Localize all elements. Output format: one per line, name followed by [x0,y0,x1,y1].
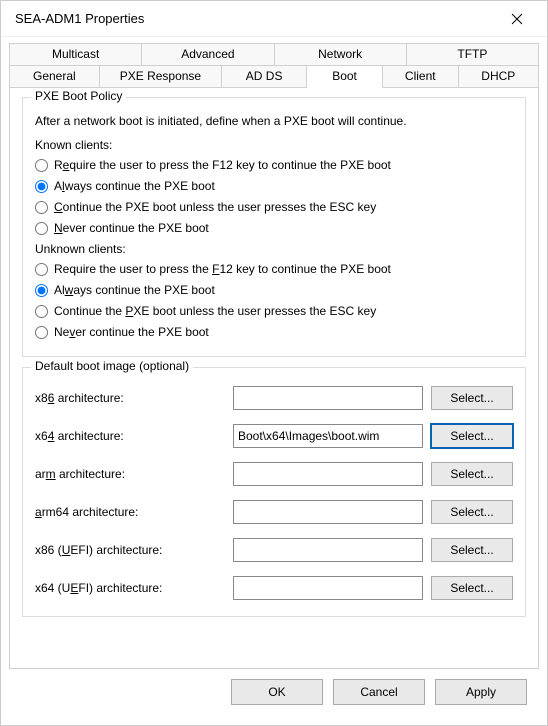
unknown-require-row[interactable]: Require the user to press the F12 key to… [35,262,513,276]
pxe-boot-policy-description: After a network boot is initiated, defin… [35,114,513,128]
unknown-never-label: Never continue the PXE boot [54,325,209,339]
pxe-boot-policy-group: PXE Boot Policy After a network boot is … [22,97,526,357]
close-button[interactable] [499,5,535,33]
known-never-radio[interactable] [35,222,48,235]
apply-button[interactable]: Apply [435,679,527,705]
tab-dhcp[interactable]: DHCP [459,65,539,88]
default-boot-image-group: Default boot image (optional) x86 archit… [22,367,526,617]
ok-button[interactable]: OK [231,679,323,705]
boot-arch-input-2[interactable] [233,462,423,486]
known-unless-row[interactable]: Continue the PXE boot unless the user pr… [35,200,513,214]
unknown-require-radio[interactable] [35,263,48,276]
boot-arch-label-3: arm64 architecture: [35,505,225,519]
tab-pxe-response[interactable]: PXE Response [100,65,222,88]
tab-tftp[interactable]: TFTP [407,43,539,65]
boot-arch-label-5: x64 (UEFI) architecture: [35,581,225,595]
boot-arch-select-button-2[interactable]: Select... [431,462,513,486]
unknown-unless-radio[interactable] [35,305,48,318]
known-never-row[interactable]: Never continue the PXE boot [35,221,513,235]
tab-ad-ds[interactable]: AD DS [222,65,307,88]
known-clients-label: Known clients: [35,138,513,152]
pxe-boot-policy-title: PXE Boot Policy [31,89,126,103]
tab-network[interactable]: Network [275,43,407,65]
boot-arch-input-1[interactable] [233,424,423,448]
boot-arch-select-button-0[interactable]: Select... [431,386,513,410]
known-require-label: Require the user to press the F12 key to… [54,158,391,172]
tab-boot[interactable]: Boot [307,65,383,88]
boot-arch-select-button-1[interactable]: Select... [431,424,513,448]
known-always-radio[interactable] [35,180,48,193]
unknown-unless-row[interactable]: Continue the PXE boot unless the user pr… [35,304,513,318]
known-unless-label: Continue the PXE boot unless the user pr… [54,200,376,214]
boot-arch-label-4: x86 (UEFI) architecture: [35,543,225,557]
boot-arch-select-button-3[interactable]: Select... [431,500,513,524]
boot-arch-input-0[interactable] [233,386,423,410]
known-never-label: Never continue the PXE boot [54,221,209,235]
close-icon [511,13,523,25]
unknown-never-radio[interactable] [35,326,48,339]
dialog-footer: OK Cancel Apply [9,669,539,717]
boot-arch-label-1: x64 architecture: [35,429,225,443]
tab-general[interactable]: General [9,65,100,88]
unknown-always-label: Always continue the PXE boot [54,283,215,297]
window-title: SEA-ADM1 Properties [15,11,144,26]
boot-arch-label-0: x86 architecture: [35,391,225,405]
boot-arch-input-5[interactable] [233,576,423,600]
known-always-label: Always continue the PXE boot [54,179,215,193]
boot-arch-input-3[interactable] [233,500,423,524]
tab-content-boot: PXE Boot Policy After a network boot is … [9,87,539,669]
boot-arch-input-4[interactable] [233,538,423,562]
unknown-require-label: Require the user to press the F12 key to… [54,262,391,276]
boot-arch-label-2: arm architecture: [35,467,225,481]
unknown-clients-label: Unknown clients: [35,242,513,256]
unknown-always-row[interactable]: Always continue the PXE boot [35,283,513,297]
unknown-always-radio[interactable] [35,284,48,297]
cancel-button[interactable]: Cancel [333,679,425,705]
properties-window: SEA-ADM1 Properties MulticastAdvancedNet… [0,0,548,726]
unknown-never-row[interactable]: Never continue the PXE boot [35,325,513,339]
titlebar: SEA-ADM1 Properties [1,1,547,37]
known-require-radio[interactable] [35,159,48,172]
default-boot-image-title: Default boot image (optional) [31,359,193,373]
tab-multicast[interactable]: Multicast [9,43,142,65]
tab-strip: MulticastAdvancedNetworkTFTP GeneralPXE … [9,43,539,88]
known-unless-radio[interactable] [35,201,48,214]
known-require-row[interactable]: Require the user to press the F12 key to… [35,158,513,172]
known-always-row[interactable]: Always continue the PXE boot [35,179,513,193]
unknown-unless-label: Continue the PXE boot unless the user pr… [54,304,376,318]
tab-advanced[interactable]: Advanced [142,43,274,65]
boot-arch-select-button-4[interactable]: Select... [431,538,513,562]
boot-arch-select-button-5[interactable]: Select... [431,576,513,600]
dialog-body: MulticastAdvancedNetworkTFTP GeneralPXE … [1,37,547,725]
tab-client[interactable]: Client [383,65,459,88]
